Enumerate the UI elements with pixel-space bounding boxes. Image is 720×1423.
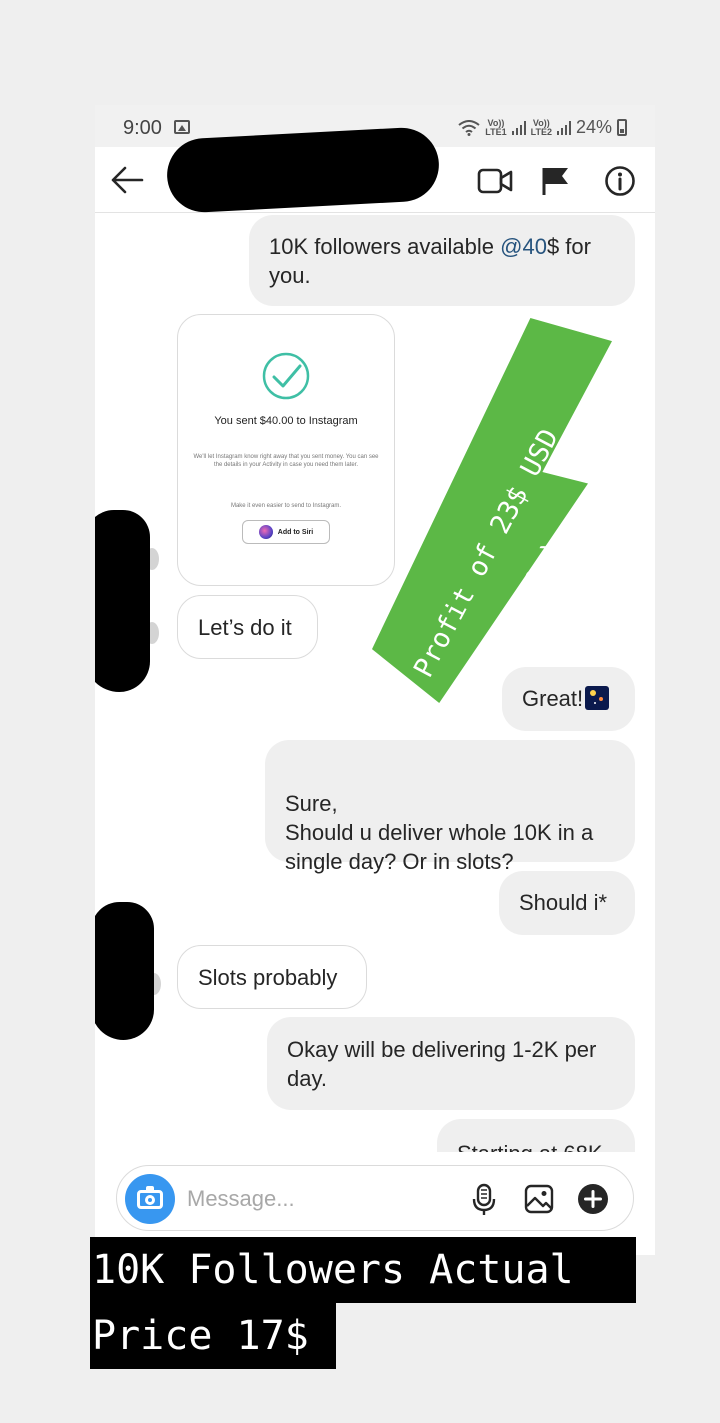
message-composer xyxy=(116,1165,634,1231)
message-text: Okay will be delivering 1-2K per day. xyxy=(287,1037,597,1091)
message-sent[interactable]: 10K followers available @40$ for you. xyxy=(249,215,635,306)
wifi-icon xyxy=(458,119,480,136)
mention-link[interactable]: @40 xyxy=(500,234,547,259)
microphone-icon[interactable] xyxy=(471,1183,497,1217)
payment-card[interactable]: You sent $40.00 to Instagram We'll let I… xyxy=(177,314,395,586)
message-sent[interactable]: Okay will be delivering 1-2K per day. xyxy=(267,1017,635,1110)
image-notification-icon xyxy=(174,120,190,134)
message-received[interactable]: Let’s do it xyxy=(177,595,318,659)
info-icon[interactable] xyxy=(604,165,636,197)
chat-header xyxy=(95,125,655,215)
signal-bars-2-icon xyxy=(556,120,571,135)
arrow-left-icon[interactable] xyxy=(109,163,145,197)
status-time: 9:00 xyxy=(123,117,162,139)
avatar-redaction xyxy=(95,510,150,692)
message-text: Great! xyxy=(522,686,584,711)
fireworks-emoji-icon xyxy=(585,686,610,710)
message-clip: Starting at 68K xyxy=(95,1115,655,1152)
message-sent[interactable]: Great! xyxy=(502,667,635,731)
add-to-siri-button[interactable]: Add to Siri xyxy=(242,520,330,544)
video-camera-icon[interactable] xyxy=(477,167,513,195)
message-text: Starting at 68K xyxy=(457,1141,603,1152)
message-sent[interactable]: Should i* xyxy=(499,871,635,935)
plus-circle-icon[interactable] xyxy=(577,1183,609,1215)
sim2-label: Vo)) LTE2 xyxy=(530,117,552,137)
message-sent[interactable]: Sure, Should u deliver whole 10K in a si… xyxy=(265,740,635,874)
payment-title: You sent $40.00 to Instagram xyxy=(214,415,358,427)
caption-line-2: Price 17$ xyxy=(90,1303,336,1369)
signal-bars-1-icon xyxy=(511,120,526,135)
username-redaction xyxy=(165,125,441,215)
message-sent[interactable]: Starting at 68K xyxy=(437,1119,635,1152)
flag-icon[interactable] xyxy=(541,166,571,196)
siri-icon xyxy=(258,525,273,539)
payment-body: We'll let Instagram know right away that… xyxy=(193,454,379,468)
sim1-label: Vo)) LTE1 xyxy=(485,117,507,137)
battery-percent: 24% xyxy=(575,117,612,137)
status-indicators: Vo)) LTE1 Vo)) LTE2 24% xyxy=(458,117,627,138)
avatar-redaction xyxy=(95,902,154,1040)
gallery-icon[interactable] xyxy=(524,1184,554,1214)
payment-hint: Make it even easier to send to Instagram… xyxy=(230,503,342,509)
message-text: 10K followers available xyxy=(269,234,501,259)
siri-button-label: Add to Siri xyxy=(277,528,314,536)
camera-button[interactable] xyxy=(125,1174,175,1224)
battery-icon xyxy=(617,119,627,136)
checkmark-circle-icon xyxy=(262,352,310,400)
camera-icon xyxy=(137,1186,163,1209)
message-text: Let’s do it xyxy=(198,615,292,640)
caption-line-1: 10K Followers Actual xyxy=(90,1237,636,1303)
message-received[interactable]: Slots probably xyxy=(177,945,367,1009)
message-input[interactable] xyxy=(187,1182,447,1216)
message-text: Slots probably xyxy=(198,965,338,990)
message-text: Sure, Should u deliver whole 10K in a si… xyxy=(285,791,594,874)
phone-screen: 9:00 Vo)) LTE1 Vo)) LTE2 24% 10K followe… xyxy=(95,105,655,1255)
message-text: Should i* xyxy=(519,890,608,915)
